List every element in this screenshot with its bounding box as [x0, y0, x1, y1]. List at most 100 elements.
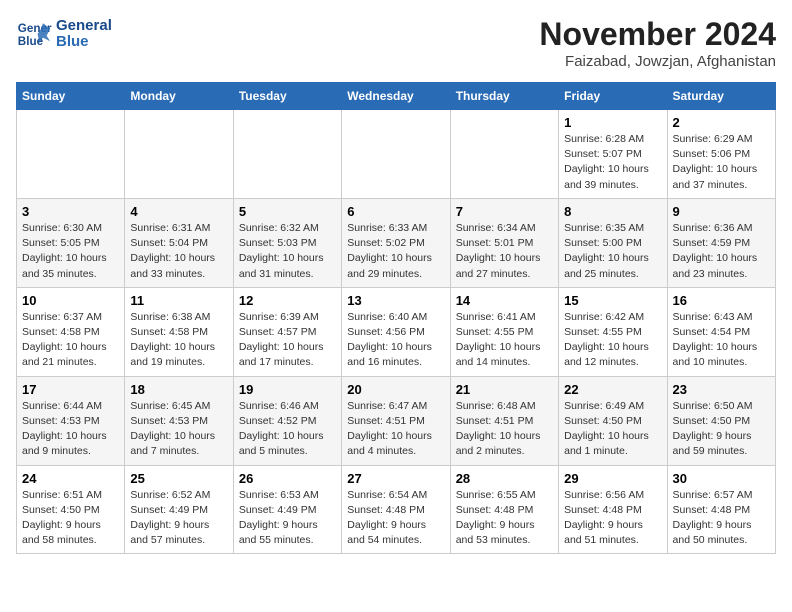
day-number: 7: [456, 204, 553, 219]
calendar-week-row: 17 Sunrise: 6:44 AM Sunset: 4:53 PM Dayli…: [17, 376, 776, 465]
calendar-day-cell: 17 Sunrise: 6:44 AM Sunset: 4:53 PM Dayli…: [17, 376, 125, 465]
day-info: Sunrise: 6:39 AM Sunset: 4:57 PM Dayligh…: [239, 310, 336, 371]
day-info: Sunrise: 6:43 AM Sunset: 4:54 PM Dayligh…: [673, 310, 770, 371]
day-info: Sunrise: 6:28 AM Sunset: 5:07 PM Dayligh…: [564, 132, 661, 193]
calendar-day-cell: 4 Sunrise: 6:31 AM Sunset: 5:04 PM Daylig…: [125, 198, 233, 287]
weekday-header-tuesday: Tuesday: [233, 83, 341, 110]
day-info: Sunrise: 6:42 AM Sunset: 4:55 PM Dayligh…: [564, 310, 661, 371]
day-info: Sunrise: 6:37 AM Sunset: 4:58 PM Dayligh…: [22, 310, 119, 371]
day-number: 4: [130, 204, 227, 219]
day-info: Sunrise: 6:51 AM Sunset: 4:50 PM Dayligh…: [22, 488, 119, 549]
calendar-day-cell: 21 Sunrise: 6:48 AM Sunset: 4:51 PM Dayli…: [450, 376, 558, 465]
calendar-day-cell: 1 Sunrise: 6:28 AM Sunset: 5:07 PM Daylig…: [559, 110, 667, 199]
day-number: 15: [564, 293, 661, 308]
calendar-day-cell: 24 Sunrise: 6:51 AM Sunset: 4:50 PM Dayli…: [17, 465, 125, 554]
calendar-day-cell: 19 Sunrise: 6:46 AM Sunset: 4:52 PM Dayli…: [233, 376, 341, 465]
day-number: 17: [22, 382, 119, 397]
day-info: Sunrise: 6:57 AM Sunset: 4:48 PM Dayligh…: [673, 488, 770, 549]
empty-cell: [233, 110, 341, 199]
day-info: Sunrise: 6:52 AM Sunset: 4:49 PM Dayligh…: [130, 488, 227, 549]
day-info: Sunrise: 6:41 AM Sunset: 4:55 PM Dayligh…: [456, 310, 553, 371]
day-number: 24: [22, 471, 119, 486]
calendar-day-cell: 28 Sunrise: 6:55 AM Sunset: 4:48 PM Dayli…: [450, 465, 558, 554]
calendar-week-row: 24 Sunrise: 6:51 AM Sunset: 4:50 PM Dayli…: [17, 465, 776, 554]
calendar-day-cell: 23 Sunrise: 6:50 AM Sunset: 4:50 PM Dayli…: [667, 376, 775, 465]
calendar-day-cell: 14 Sunrise: 6:41 AM Sunset: 4:55 PM Dayli…: [450, 287, 558, 376]
empty-cell: [17, 110, 125, 199]
calendar-week-row: 1 Sunrise: 6:28 AM Sunset: 5:07 PM Daylig…: [17, 110, 776, 199]
logo: General Blue General Blue: [16, 16, 112, 52]
calendar-day-cell: 11 Sunrise: 6:38 AM Sunset: 4:58 PM Dayli…: [125, 287, 233, 376]
day-number: 1: [564, 115, 661, 130]
day-number: 26: [239, 471, 336, 486]
day-number: 12: [239, 293, 336, 308]
day-number: 29: [564, 471, 661, 486]
weekday-header-sunday: Sunday: [17, 83, 125, 110]
day-number: 27: [347, 471, 444, 486]
day-info: Sunrise: 6:48 AM Sunset: 4:51 PM Dayligh…: [456, 399, 553, 460]
calendar-day-cell: 13Sunrise: 6:40 AM Sunset: 4:56 PM Dayli…: [342, 287, 450, 376]
day-number: 19: [239, 382, 336, 397]
day-info: Sunrise: 6:32 AM Sunset: 5:03 PM Dayligh…: [239, 221, 336, 282]
calendar-day-cell: 12 Sunrise: 6:39 AM Sunset: 4:57 PM Dayli…: [233, 287, 341, 376]
day-number: 2: [673, 115, 770, 130]
calendar-day-cell: 8Sunrise: 6:35 AM Sunset: 5:00 PM Daylig…: [559, 198, 667, 287]
calendar-table: SundayMondayTuesdayWednesdayThursdayFrid…: [16, 82, 776, 554]
day-number: 20: [347, 382, 444, 397]
day-number: 18: [130, 382, 227, 397]
logo-line2: Blue: [56, 34, 112, 51]
day-info: Sunrise: 6:31 AM Sunset: 5:04 PM Dayligh…: [130, 221, 227, 282]
day-number: 23: [673, 382, 770, 397]
calendar-day-cell: 26Sunrise: 6:53 AM Sunset: 4:49 PM Dayli…: [233, 465, 341, 554]
day-info: Sunrise: 6:47 AM Sunset: 4:51 PM Dayligh…: [347, 399, 444, 460]
calendar-week-row: 3Sunrise: 6:30 AM Sunset: 5:05 PM Daylig…: [17, 198, 776, 287]
day-number: 28: [456, 471, 553, 486]
empty-cell: [342, 110, 450, 199]
day-info: Sunrise: 6:29 AM Sunset: 5:06 PM Dayligh…: [673, 132, 770, 193]
day-info: Sunrise: 6:56 AM Sunset: 4:48 PM Dayligh…: [564, 488, 661, 549]
weekday-header-monday: Monday: [125, 83, 233, 110]
calendar-day-cell: 2 Sunrise: 6:29 AM Sunset: 5:06 PM Daylig…: [667, 110, 775, 199]
day-info: Sunrise: 6:33 AM Sunset: 5:02 PM Dayligh…: [347, 221, 444, 282]
weekday-header-thursday: Thursday: [450, 83, 558, 110]
calendar-day-cell: 29 Sunrise: 6:56 AM Sunset: 4:48 PM Dayli…: [559, 465, 667, 554]
calendar-day-cell: 7Sunrise: 6:34 AM Sunset: 5:01 PM Daylig…: [450, 198, 558, 287]
day-info: Sunrise: 6:50 AM Sunset: 4:50 PM Dayligh…: [673, 399, 770, 460]
weekday-header-saturday: Saturday: [667, 83, 775, 110]
day-number: 25: [130, 471, 227, 486]
day-info: Sunrise: 6:44 AM Sunset: 4:53 PM Dayligh…: [22, 399, 119, 460]
day-info: Sunrise: 6:45 AM Sunset: 4:53 PM Dayligh…: [130, 399, 227, 460]
day-info: Sunrise: 6:49 AM Sunset: 4:50 PM Dayligh…: [564, 399, 661, 460]
empty-cell: [450, 110, 558, 199]
day-info: Sunrise: 6:46 AM Sunset: 4:52 PM Dayligh…: [239, 399, 336, 460]
calendar-day-cell: 18 Sunrise: 6:45 AM Sunset: 4:53 PM Dayli…: [125, 376, 233, 465]
calendar-day-cell: 6 Sunrise: 6:33 AM Sunset: 5:02 PM Daylig…: [342, 198, 450, 287]
title-block: November 2024 Faizabad, Jowzjan, Afghani…: [539, 16, 776, 70]
day-number: 11: [130, 293, 227, 308]
day-number: 30: [673, 471, 770, 486]
day-number: 14: [456, 293, 553, 308]
calendar-day-cell: 25 Sunrise: 6:52 AM Sunset: 4:49 PM Dayli…: [125, 465, 233, 554]
day-info: Sunrise: 6:54 AM Sunset: 4:48 PM Dayligh…: [347, 488, 444, 549]
calendar-day-cell: 20 Sunrise: 6:47 AM Sunset: 4:51 PM Dayli…: [342, 376, 450, 465]
calendar-week-row: 10Sunrise: 6:37 AM Sunset: 4:58 PM Dayli…: [17, 287, 776, 376]
day-number: 5: [239, 204, 336, 219]
day-info: Sunrise: 6:55 AM Sunset: 4:48 PM Dayligh…: [456, 488, 553, 549]
day-number: 21: [456, 382, 553, 397]
empty-cell: [125, 110, 233, 199]
day-info: Sunrise: 6:40 AM Sunset: 4:56 PM Dayligh…: [347, 310, 444, 371]
day-info: Sunrise: 6:38 AM Sunset: 4:58 PM Dayligh…: [130, 310, 227, 371]
calendar-day-cell: 22Sunrise: 6:49 AM Sunset: 4:50 PM Dayli…: [559, 376, 667, 465]
weekday-header-friday: Friday: [559, 83, 667, 110]
day-info: Sunrise: 6:36 AM Sunset: 4:59 PM Dayligh…: [673, 221, 770, 282]
day-number: 16: [673, 293, 770, 308]
day-number: 9: [673, 204, 770, 219]
calendar-day-cell: 27 Sunrise: 6:54 AM Sunset: 4:48 PM Dayli…: [342, 465, 450, 554]
calendar-day-cell: 9 Sunrise: 6:36 AM Sunset: 4:59 PM Daylig…: [667, 198, 775, 287]
day-info: Sunrise: 6:35 AM Sunset: 5:00 PM Dayligh…: [564, 221, 661, 282]
weekday-header-row: SundayMondayTuesdayWednesdayThursdayFrid…: [17, 83, 776, 110]
location-subtitle: Faizabad, Jowzjan, Afghanistan: [539, 53, 776, 70]
month-title: November 2024: [539, 16, 776, 53]
logo-icon: General Blue: [16, 16, 52, 52]
day-number: 6: [347, 204, 444, 219]
